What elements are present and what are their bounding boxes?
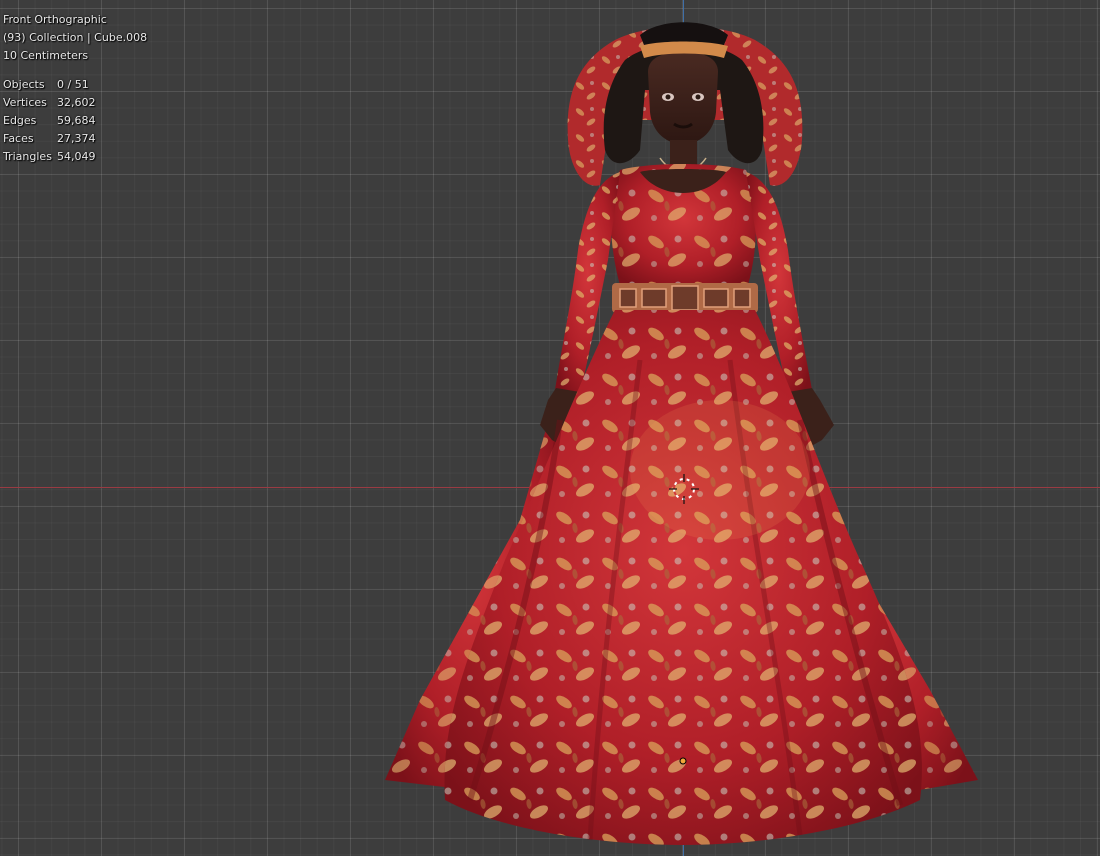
stat-row: Triangles 54,049: [3, 148, 147, 166]
stat-label: Triangles: [3, 150, 52, 163]
stat-value: 32,602: [57, 96, 96, 109]
stat-value: 27,374: [57, 132, 96, 145]
stat-value: 59,684: [57, 114, 96, 127]
3d-viewport[interactable]: Front Orthographic (93) Collection | Cub…: [0, 0, 1100, 856]
stat-label: Vertices: [3, 96, 47, 109]
stat-row: Vertices 32,602: [3, 94, 147, 112]
viewport-info-overlay: Front Orthographic (93) Collection | Cub…: [3, 11, 147, 166]
stat-label: Edges: [3, 114, 37, 127]
object-origin-icon[interactable]: [679, 757, 687, 765]
stat-row: Faces 27,374: [3, 130, 147, 148]
stat-row: Objects 0 / 51: [3, 76, 147, 94]
grid-scale: 10 Centimeters: [3, 49, 89, 62]
stat-value: 54,049: [57, 150, 96, 163]
scene-statistics: Objects 0 / 51 Vertices 32,602 Edges 59,…: [3, 76, 147, 166]
stat-label: Faces: [3, 132, 34, 145]
stat-row: Edges 59,684: [3, 112, 147, 130]
view-name: Front Orthographic: [3, 13, 107, 26]
stat-label: Objects: [3, 78, 45, 91]
3d-cursor-icon[interactable]: [669, 474, 699, 504]
stat-value: 0 / 51: [57, 78, 89, 91]
character-model[interactable]: [0, 0, 1100, 856]
collection-info: (93) Collection | Cube.008: [3, 31, 148, 44]
